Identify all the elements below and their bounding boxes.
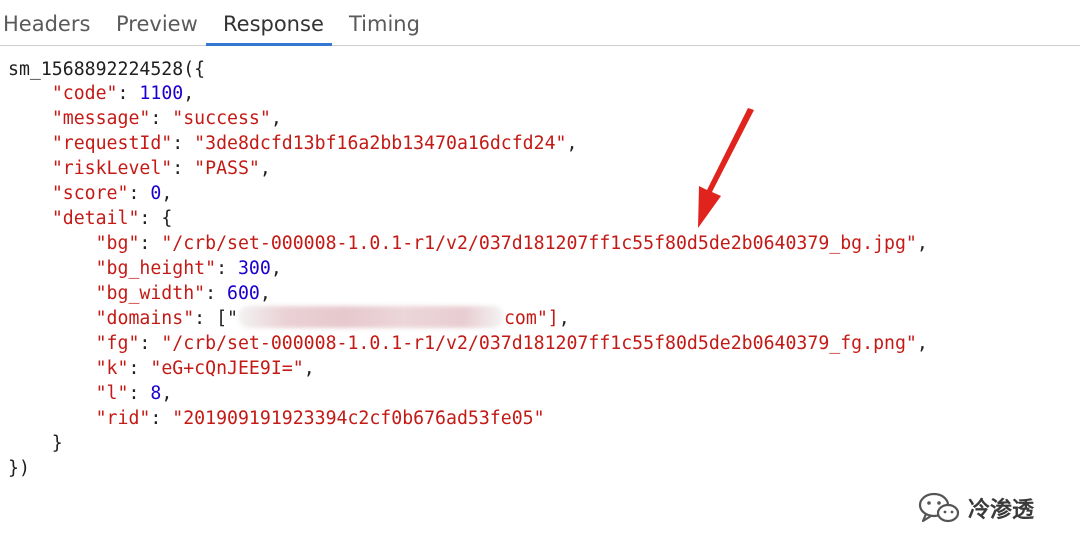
json-key: "bg"	[95, 233, 140, 254]
callback-name: sm_1568892224528	[8, 59, 184, 80]
json-string: "success"	[172, 108, 271, 129]
json-number: 300	[237, 258, 271, 279]
json-string: "/crb/set-000008-1.0.1-r1/v2/037d181207f…	[161, 233, 917, 254]
code-line: })	[8, 458, 30, 479]
json-key: "k"	[95, 358, 129, 379]
code-line: "k": "eG+cQnJEE9I=",	[95, 358, 315, 379]
tab-headers[interactable]: Headers	[3, 0, 90, 46]
json-number: 1100	[139, 83, 184, 104]
json-key: "riskLevel"	[51, 158, 173, 179]
code-line: "riskLevel": "PASS",	[51, 158, 271, 179]
code-line: "score": 0,	[51, 183, 173, 204]
json-key: "bg_height"	[95, 258, 217, 279]
code-line: "bg": "/crb/set-000008-1.0.1-r1/v2/037d1…	[95, 233, 928, 254]
wechat-icon	[918, 492, 960, 523]
code-line: }	[8, 433, 63, 454]
code-line: "detail": {	[51, 208, 173, 229]
json-key: "bg_width"	[95, 283, 206, 304]
code-line: "bg_height": 300,	[95, 258, 282, 279]
code-line: "bg_width": 600,	[95, 283, 271, 304]
code-line: "code": 1100,	[51, 83, 195, 104]
tab-response[interactable]: Response	[223, 0, 324, 46]
watermark: 冷渗透	[918, 488, 1034, 528]
active-tab-indicator	[206, 43, 332, 46]
json-bracket: ["	[216, 308, 238, 329]
json-string: "201909191923394c2cf0b676ad53fe05"	[172, 408, 545, 429]
code-line: sm_1568892224528({	[8, 59, 206, 80]
json-string: "3de8dcfd13bf16a2bb13470a16dcfd24"	[194, 133, 567, 154]
code-line: "message": "success",	[51, 108, 282, 129]
json-key: "fg"	[95, 333, 140, 354]
json-string: "PASS"	[194, 158, 260, 179]
json-string: "eG+cQnJEE9I="	[150, 358, 304, 379]
redacted-domain	[237, 306, 504, 328]
json-number: 0	[150, 183, 162, 204]
devtools-tab-bar: Headers Preview Response Timing	[0, 0, 1080, 46]
json-number: 600	[227, 283, 260, 304]
json-string: "/crb/set-000008-1.0.1-r1/v2/037d181207f…	[161, 333, 917, 354]
json-key: "message"	[51, 108, 151, 129]
code-line: "l": 8,	[95, 383, 173, 404]
json-key: "detail"	[51, 208, 140, 229]
code-line: "rid": "201909191923394c2cf0b676ad53fe05…	[95, 408, 545, 429]
json-string: com"]	[503, 308, 559, 329]
code-line: "fg": "/crb/set-000008-1.0.1-r1/v2/037d1…	[95, 333, 928, 354]
code-line: "requestId": "3de8dcfd13bf16a2bb13470a16…	[51, 133, 578, 154]
json-key: "score"	[51, 183, 129, 204]
json-key: "domains"	[95, 308, 195, 329]
tab-preview[interactable]: Preview	[116, 0, 198, 46]
code-line: "domains": [" com"],	[95, 306, 570, 329]
watermark-text: 冷渗透	[968, 498, 1035, 523]
json-key: "l"	[95, 383, 129, 404]
json-number: 8	[150, 383, 162, 404]
json-key: "requestId"	[51, 133, 173, 154]
response-body[interactable]: sm_1568892224528({ "code": 1100, "messag…	[8, 57, 1072, 479]
json-key: "code"	[51, 83, 118, 104]
json-key: "rid"	[95, 408, 151, 429]
red-arrow-annotation	[698, 108, 754, 228]
tab-timing[interactable]: Timing	[349, 0, 420, 46]
